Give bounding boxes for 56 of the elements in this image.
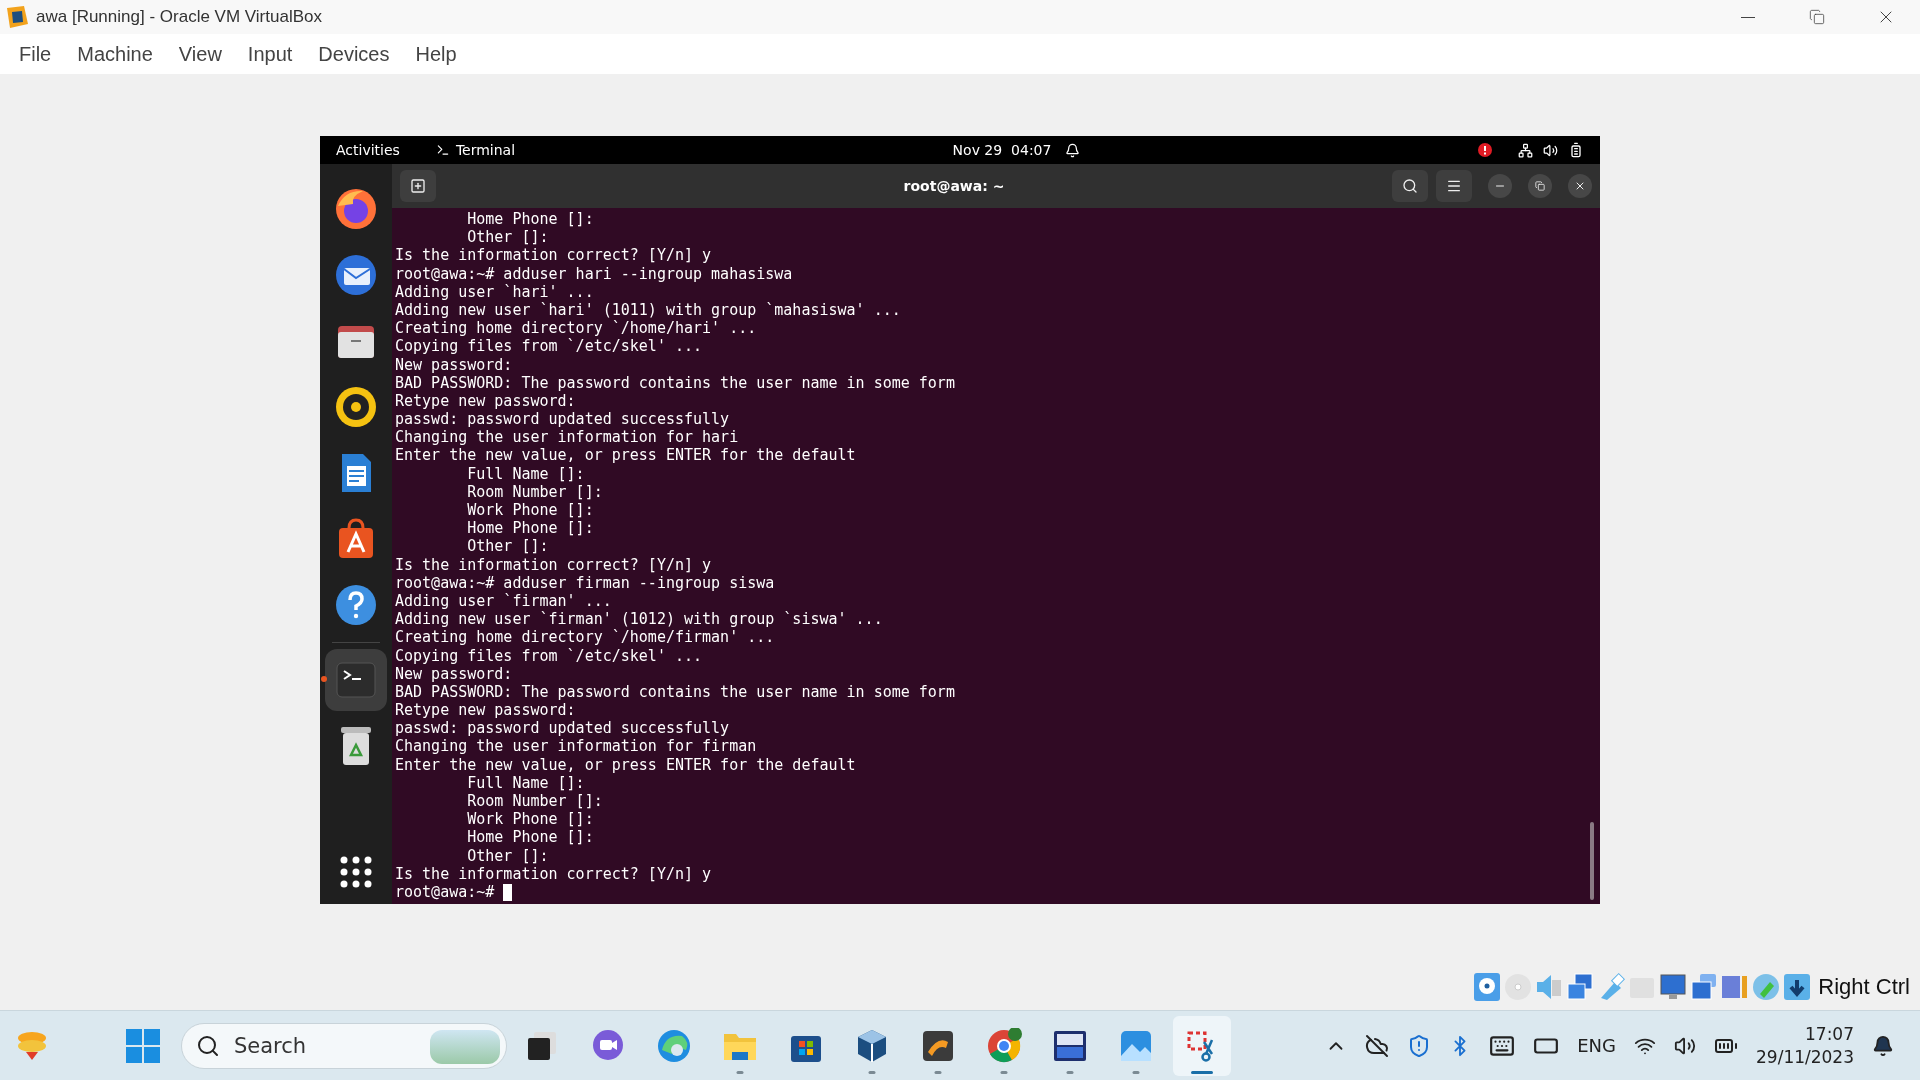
clock[interactable]: 17:07 29/11/2023 (1756, 1022, 1854, 1069)
host-key-label: Right Ctrl (1818, 974, 1910, 1000)
date-text: 29/11/2023 (1756, 1045, 1854, 1069)
menu-item[interactable]: Machine (64, 42, 166, 66)
terminal-line: Changing the user information for firman (395, 737, 758, 756)
activities-button[interactable]: Activities (336, 142, 400, 158)
search-bar[interactable]: Search (181, 1022, 507, 1069)
terminal-line: Home Phone []: (466, 519, 595, 538)
terminal-line: Retype new password: (395, 701, 577, 720)
terminal-line: Changing the user information for hari (395, 428, 740, 447)
terminal-line: New password: (395, 355, 514, 374)
time-text: 17:07 (1805, 1022, 1854, 1046)
terminal-line: New password: (395, 664, 514, 683)
terminal-line: Is the information correct? [Y/n] y (395, 555, 713, 574)
terminal-line: Adding user `hari' ... (395, 282, 595, 301)
app-menu[interactable]: Terminal (435, 142, 516, 158)
terminal-line: Is the information correct? [Y/n] y (395, 246, 713, 265)
terminal-line: Other []: (466, 228, 550, 247)
language-indicator[interactable]: ENG (1577, 1035, 1616, 1056)
terminal-line: Enter the new value, or press ENTER for the default (395, 755, 857, 774)
terminal-line: Copying files from `/etc/skel' ... (395, 646, 704, 665)
terminal-line: Full Name []: (466, 464, 586, 483)
terminal-line: root@awa:~# adduser firman --ingroup siswa (395, 573, 776, 592)
terminal-line: Other []: (466, 537, 550, 556)
menu-item[interactable]: Devices (305, 42, 403, 66)
clock[interactable]: Nov 29 04:07 (952, 142, 1052, 158)
terminal-line: Creating home directory `/home/firman' ... (395, 628, 776, 647)
terminal-title: root@awa: ~ (902, 178, 1006, 194)
terminal-line: Room Number []: (466, 792, 604, 811)
terminal-line: Is the information correct? [Y/n] y (395, 864, 713, 883)
terminal-line: root@awa:~# adduser hari --ingroup mahasiswa (395, 264, 794, 283)
search-field[interactable]: Search (232, 1032, 382, 1059)
terminal-line: Adding new user `hari' (1011) with group `mahasiswa' ... (395, 300, 902, 320)
terminal-prompt: root@awa:~# (395, 882, 495, 902)
window-title: awa [Running] - Oracle VM VirtualBox (36, 7, 323, 27)
menu-item[interactable]: View (165, 42, 235, 66)
terminal-line: Full Name []: (466, 773, 586, 792)
terminal-line: BAD PASSWORD: The password contains the user name in some form (395, 682, 956, 702)
terminal-line: Copying files from `/etc/skel' ... (395, 337, 704, 356)
terminal-line: Creating home directory `/home/hari' ... (395, 319, 758, 338)
terminal-line: Retype new password: (395, 391, 577, 411)
terminal-line: Home Phone []: (466, 828, 595, 847)
terminal-line: Room Number []: (466, 482, 604, 501)
terminal-line: passwd: password updated successfully (395, 410, 731, 429)
terminal-line: Adding user `firman' ... (395, 591, 613, 611)
terminal-line: Work Phone []: (466, 810, 595, 829)
menu-item[interactable]: File (6, 42, 65, 66)
terminal-line: passwd: password updated successfully (395, 719, 731, 738)
terminal-line: BAD PASSWORD: The password contains the user name in some form (395, 373, 956, 392)
terminal-line: Other []: (466, 846, 550, 865)
terminal-line: Home Phone []: (466, 210, 595, 229)
menu-item[interactable]: Input (234, 42, 306, 66)
terminal-line: Work Phone []: (466, 501, 595, 520)
terminal-line: Adding new user `firman' (1012) with group `siswa' ... (395, 610, 884, 629)
terminal-line: Enter the new value, or press ENTER for the default (395, 446, 857, 465)
menu-item[interactable]: Help (402, 42, 470, 66)
